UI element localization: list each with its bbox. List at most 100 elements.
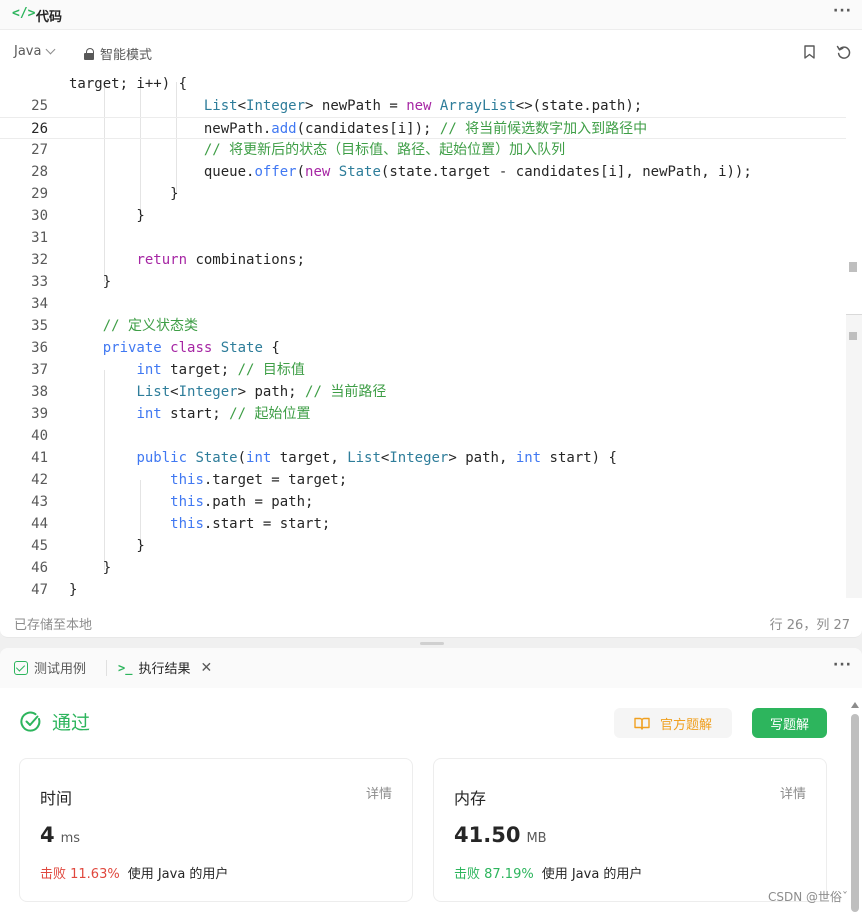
- panel-resize-handle[interactable]: [420, 642, 444, 645]
- editor-scrollbar[interactable]: [846, 72, 862, 598]
- code-panel-title: 代码: [36, 10, 63, 25]
- code-line[interactable]: 44 this.start = start;: [0, 513, 846, 535]
- code-token: {: [262, 340, 280, 356]
- code-line[interactable]: 39 int start; // 起始位置: [0, 403, 846, 425]
- value-unit: MB: [526, 831, 547, 846]
- code-token: State: [195, 450, 238, 466]
- code-text: List<Integer> path; // 当前路径: [69, 381, 386, 403]
- code-line[interactable]: 32 return combinations;: [0, 249, 846, 271]
- code-line[interactable]: 37 int target; // 目标值: [0, 359, 846, 381]
- reset-icon[interactable]: [836, 44, 852, 60]
- code-text: }: [69, 557, 111, 579]
- code-line[interactable]: 30 }: [0, 205, 846, 227]
- runtime-card: 时间 详情 4 ms 击败 11.63% 使用 Java 的用户: [19, 758, 413, 902]
- tab-divider: [106, 660, 107, 676]
- code-token: this: [170, 472, 204, 488]
- scrollbar-thumb[interactable]: [851, 714, 859, 912]
- status-text: 通过: [52, 712, 91, 734]
- line-number: 38: [31, 384, 48, 400]
- code-line[interactable]: 36 private class State {: [0, 337, 846, 359]
- code-token: <: [170, 384, 179, 400]
- code-line[interactable]: 35 // 定义状态类: [0, 315, 846, 337]
- smart-mode-toggle[interactable]: 智能模式: [84, 44, 152, 63]
- code-line[interactable]: target; i++) {: [0, 73, 846, 95]
- code-line[interactable]: 31: [0, 227, 846, 249]
- scroll-up-icon[interactable]: [851, 702, 859, 708]
- details-link[interactable]: 详情: [366, 783, 392, 802]
- code-line[interactable]: 40: [0, 425, 846, 447]
- code-token: }: [69, 560, 112, 576]
- code-token: Integer: [389, 450, 449, 466]
- code-text: return combinations;: [69, 249, 305, 271]
- close-icon[interactable]: ✕: [200, 660, 212, 676]
- code-line[interactable]: 29 }: [0, 183, 846, 205]
- code-token: target; i++) {: [69, 76, 188, 92]
- code-token: (candidates[i]);: [296, 121, 440, 137]
- code-token: queue.: [69, 164, 255, 180]
- check-circle-icon: [20, 711, 41, 732]
- code-token: new: [305, 164, 331, 180]
- result-panel: 测试用例 >_ 执行结果 ✕ ··· 通过 官方题解 写题解 时间 详情 4 m…: [0, 648, 862, 912]
- code-panel: </> 代码 ··· Java 智能模式 target; i++) { 25 Li…: [0, 0, 862, 638]
- code-line[interactable]: 34: [0, 293, 846, 315]
- code-token: }: [69, 538, 145, 554]
- details-link[interactable]: 详情: [780, 783, 806, 802]
- code-token: int: [136, 362, 162, 378]
- code-token: // 定义状态类: [102, 318, 199, 334]
- line-number: 41: [31, 450, 48, 466]
- more-options-icon[interactable]: ···: [833, 3, 852, 19]
- scrollbar-track[interactable]: [846, 314, 862, 598]
- tab-result[interactable]: >_ 执行结果 ✕: [118, 658, 212, 678]
- line-number: 31: [31, 230, 48, 246]
- memory-card: 内存 详情 41.50 MB 击败 87.19% 使用 Java 的用户: [433, 758, 827, 902]
- button-label: 官方题解: [659, 716, 712, 732]
- editor-toolbar: Java 智能模式: [0, 38, 862, 68]
- code-token: start) {: [541, 450, 617, 466]
- scroll-marker: [849, 332, 857, 340]
- line-number: 39: [31, 406, 48, 422]
- code-line[interactable]: 47}: [0, 579, 846, 598]
- tab-testcase[interactable]: 测试用例: [14, 658, 86, 677]
- code-line[interactable]: 46 }: [0, 557, 846, 579]
- code-text: int start; // 起始位置: [69, 403, 310, 425]
- line-number: 44: [31, 516, 48, 532]
- code-line[interactable]: 38 List<Integer> path; // 当前路径: [0, 381, 846, 403]
- code-token: int: [246, 450, 272, 466]
- beat-percent: 击败 87.19%: [454, 867, 534, 882]
- code-line[interactable]: 43 this.path = path;: [0, 491, 846, 513]
- code-line[interactable]: 42 this.target = target;: [0, 469, 846, 491]
- tab-label: 执行结果: [138, 662, 191, 677]
- code-line[interactable]: 41 public State(int target, List<Integer…: [0, 447, 846, 469]
- code-line[interactable]: 28 queue.offer(new State(state.target - …: [0, 161, 846, 183]
- code-editor[interactable]: target; i++) { 25 List<Integer> newPath =…: [0, 72, 846, 598]
- code-text: }: [69, 579, 77, 598]
- code-line[interactable]: 27 // 将更新后的状态（目标值、路径、起始位置）加入队列: [0, 139, 846, 161]
- code-panel-header: </> 代码 ···: [0, 0, 862, 30]
- write-solution-button[interactable]: 写题解: [752, 708, 827, 738]
- code-token: }: [69, 274, 112, 290]
- bookmark-icon[interactable]: [804, 45, 815, 59]
- code-line[interactable]: 45 }: [0, 535, 846, 557]
- code-line[interactable]: 25 List<Integer> newPath = new ArrayList…: [0, 95, 846, 117]
- language-select[interactable]: Java: [14, 44, 56, 59]
- more-options-icon[interactable]: ···: [833, 657, 852, 673]
- official-solution-button[interactable]: 官方题解: [614, 708, 732, 738]
- result-scrollbar[interactable]: [848, 688, 862, 912]
- value-number: 41.50: [454, 823, 521, 847]
- code-text: List<Integer> newPath = new ArrayList<>(…: [69, 95, 642, 117]
- code-line[interactable]: 33 }: [0, 271, 846, 293]
- code-token: Integer: [178, 384, 238, 400]
- code-token: (state.target - candidates[i], newPath, …: [380, 164, 752, 180]
- book-icon: [634, 717, 650, 730]
- code-text: }: [69, 271, 111, 293]
- code-line[interactable]: 26 newPath.add(candidates[i]); // 将当前候选数…: [0, 117, 846, 139]
- value-number: 4: [40, 823, 55, 847]
